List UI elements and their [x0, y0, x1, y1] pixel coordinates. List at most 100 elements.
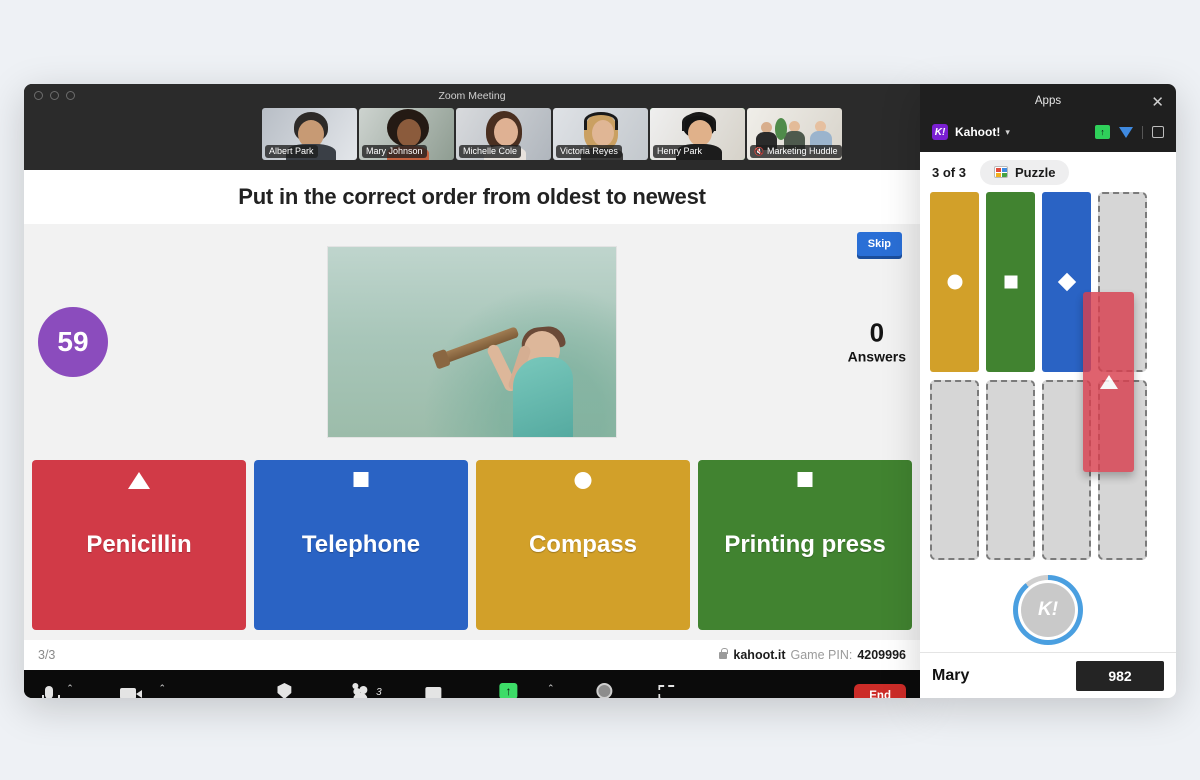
participant-tile-mary-johnson[interactable]: Mary Johnson — [359, 108, 454, 160]
share-screen-button[interactable]: Share Screen — [478, 679, 539, 698]
mode-label: Puzzle — [1014, 164, 1056, 180]
answer-tile-label: Printing press — [724, 531, 886, 558]
participants-button[interactable]: 3 Participants — [337, 679, 389, 698]
participant-tile-albert-park[interactable]: Albert Park — [262, 108, 357, 160]
open-external-icon[interactable] — [1152, 126, 1164, 138]
window-title: Zoom Meeting — [438, 90, 506, 102]
skip-button[interactable]: Skip — [856, 232, 902, 256]
kid-body — [513, 357, 573, 437]
participant-name-label: Victoria Reyes — [556, 145, 622, 158]
puzzle-timer: K! — [920, 568, 1176, 652]
puzzle-status-bar: 3 of 3 Puzzle — [920, 152, 1176, 192]
apps-side-panel: Apps ✕ K! Kahoot! ▾ ↑ 3 of 3 Puzzle K! M… — [920, 84, 1176, 698]
answers-counter: 0 Answers — [848, 320, 906, 365]
answer-tile-compass[interactable]: Compass — [476, 460, 690, 630]
answer-tile-label: Penicillin — [86, 531, 192, 558]
zoom-toolbar: Mute ⌃ Stop Video ⌃ Security — [24, 670, 920, 698]
side-panel-title: Apps — [1034, 95, 1062, 107]
window-traffic-lights[interactable] — [34, 91, 75, 100]
puzzle-icon — [993, 166, 1008, 178]
mute-button[interactable]: Mute — [38, 679, 61, 698]
question-body: 59 Skip 0 Answers — [24, 224, 920, 460]
camera-icon — [120, 679, 143, 698]
question-image — [327, 246, 617, 438]
kahoot-logo-icon: K! — [932, 124, 948, 140]
participant-tile-michelle-cole[interactable]: Michelle Cole — [456, 108, 551, 160]
security-button[interactable]: Security — [266, 679, 302, 698]
game-pin-value: 4209996 — [857, 648, 906, 662]
filter-icon[interactable] — [1119, 126, 1133, 138]
apps-button[interactable]: Apps — [655, 679, 678, 698]
game-pin-block: kahoot.it Game PIN: 4209996 — [719, 647, 906, 662]
app-selector-row: K! Kahoot! ▾ ↑ — [920, 118, 1176, 146]
kahoot-site-label: kahoot.it — [733, 648, 786, 662]
answer-tiles: Penicillin Telephone Compass Printing pr… — [24, 460, 920, 640]
triangle-icon — [128, 472, 150, 489]
app-name-label: Kahoot! — [955, 125, 1001, 139]
shield-icon — [277, 679, 292, 698]
puzzle-board — [920, 192, 1176, 568]
player-status-bar: Mary 982 — [920, 652, 1176, 698]
puzzle-slot-bottom-1[interactable] — [930, 380, 979, 560]
answer-tile-label: Compass — [528, 531, 638, 558]
participant-tile-marketing-huddle[interactable]: 🔇 Marketing Huddle — [747, 108, 842, 160]
diamond-icon — [353, 472, 369, 487]
people-icon: 3 — [352, 679, 382, 698]
chat-bubble-icon — [425, 679, 442, 698]
video-options-chevron-icon[interactable]: ⌃ — [159, 683, 167, 694]
circle-icon — [574, 472, 592, 489]
end-meeting-button[interactable]: End — [854, 684, 906, 698]
close-window-button[interactable] — [34, 91, 43, 100]
answer-tile-penicillin[interactable]: Penicillin — [32, 460, 246, 630]
diamond-icon — [1057, 272, 1076, 292]
participants-count: 3 — [376, 687, 382, 698]
zoom-meeting-window: Zoom Meeting View Albert Park Mary Johns — [24, 84, 920, 698]
player-name: Mary — [932, 666, 970, 684]
window-titlebar: Zoom Meeting — [24, 84, 920, 108]
toolbar-center-group: Security 3 Participants Chat — [266, 679, 677, 698]
circle-icon — [947, 274, 962, 290]
participant-name-label: Albert Park — [265, 145, 318, 158]
answers-count-label: Answers — [847, 348, 906, 365]
chevron-down-icon[interactable]: ▾ — [1005, 127, 1010, 138]
timer-logo: K! — [1021, 583, 1075, 637]
question-title: Put in the correct order from oldest to … — [24, 170, 920, 224]
square-icon — [797, 472, 813, 487]
muted-mic-icon: 🔇 — [754, 146, 764, 156]
apps-icon — [658, 679, 674, 698]
minimize-window-button[interactable] — [50, 91, 59, 100]
game-pin-label: Game PIN: — [790, 648, 853, 662]
participant-tile-henry-park[interactable]: Henry Park — [650, 108, 745, 160]
answer-tile-telephone[interactable]: Telephone — [254, 460, 468, 630]
stop-video-button[interactable]: Stop Video — [104, 679, 153, 698]
record-button[interactable]: Record — [589, 679, 621, 698]
answer-tile-label: Telephone — [301, 531, 421, 558]
puzzle-slot-bottom-2[interactable] — [986, 380, 1035, 560]
maximize-window-button[interactable] — [66, 91, 75, 100]
player-score: 982 — [1076, 660, 1164, 691]
puzzle-tile-circle[interactable] — [930, 192, 979, 372]
kahoot-footer: 3/3 kahoot.it Game PIN: 4209996 — [24, 640, 920, 670]
upload-icon[interactable]: ↑ — [1095, 125, 1110, 139]
participant-tile-victoria-reyes[interactable]: Victoria Reyes — [553, 108, 648, 160]
side-panel-actions: ↑ — [1095, 125, 1164, 139]
dragging-puzzle-tile-triangle[interactable] — [1083, 292, 1134, 472]
question-progress: 3/3 — [38, 648, 56, 662]
close-icon[interactable]: ✕ — [1151, 93, 1164, 111]
divider — [1142, 125, 1143, 139]
square-icon — [1004, 275, 1017, 289]
participant-name-text: Marketing Huddle — [766, 146, 838, 156]
chat-button[interactable]: Chat — [423, 679, 444, 698]
share-screen-icon — [499, 679, 518, 698]
answer-tile-printing-press[interactable]: Printing press — [698, 460, 912, 630]
timer-progress-ring: K! — [1013, 575, 1083, 645]
microphone-icon — [42, 679, 61, 698]
share-options-chevron-icon[interactable]: ⌃ — [547, 683, 555, 694]
triangle-icon — [1099, 375, 1118, 389]
answers-count-number: 0 — [869, 317, 885, 348]
puzzle-tile-square[interactable] — [986, 192, 1035, 372]
participant-name-label: Michelle Cole — [459, 145, 522, 158]
audio-options-chevron-icon[interactable]: ⌃ — [66, 683, 74, 694]
participant-name-label: 🔇 Marketing Huddle — [750, 145, 842, 158]
countdown-timer: 59 — [38, 307, 108, 377]
